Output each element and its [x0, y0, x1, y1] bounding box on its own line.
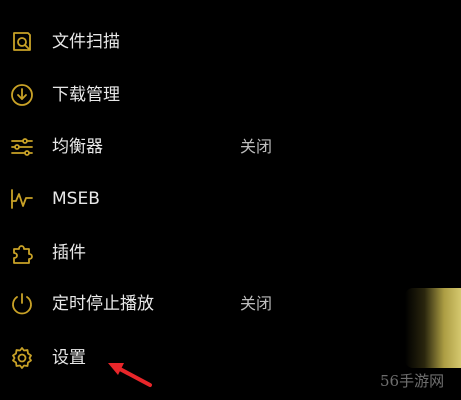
menu-item-label: 文件扫描: [52, 32, 120, 52]
sleep-timer-status: 关闭: [240, 294, 273, 313]
menu-item-label: 均衡器: [52, 137, 103, 157]
menu-item-sleep-timer[interactable]: 定时停止播放 关闭: [0, 284, 461, 324]
menu-item-file-scan[interactable]: 文件扫描: [0, 22, 461, 62]
equalizer-sliders-icon: [9, 134, 35, 160]
menu-item-label: MSEB: [52, 189, 100, 209]
menu-item-label: 定时停止播放: [52, 294, 154, 314]
menu-item-label: 插件: [52, 243, 86, 263]
yellow-glow-decoration: [405, 288, 461, 368]
waveform-icon: [9, 186, 35, 212]
menu-item-mseb[interactable]: MSEB: [0, 179, 461, 219]
menu-item-label: 设置: [52, 348, 86, 368]
menu-item-equalizer[interactable]: 均衡器 关闭: [0, 127, 461, 167]
watermark: 56手游网: [380, 372, 445, 390]
download-circle-icon: [9, 82, 35, 108]
document-scan-icon: [9, 29, 35, 55]
menu-item-download-manager[interactable]: 下载管理: [0, 75, 461, 115]
gear-settings-icon: [9, 345, 35, 371]
menu-item-plugins[interactable]: 插件: [0, 233, 461, 273]
side-menu: 文件扫描 下载管理 均衡器 关闭 MSEB 插件 定时停止播放 关闭 设置: [0, 0, 461, 400]
red-arrow-annotation: [100, 355, 156, 391]
menu-item-label: 下载管理: [52, 85, 120, 105]
equalizer-status: 关闭: [240, 137, 273, 156]
puzzle-plugin-icon: [9, 240, 35, 266]
timer-power-icon: [9, 291, 35, 317]
